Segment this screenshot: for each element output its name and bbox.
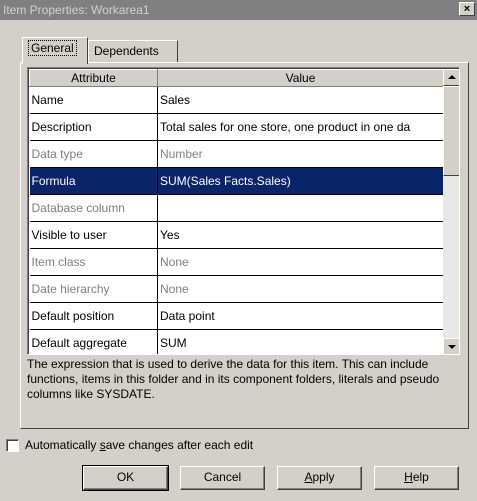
attribute-cell: Name xyxy=(29,86,158,114)
item-properties-dialog: Item Properties: Workarea1 × General Dep… xyxy=(0,0,477,501)
scroll-down-arrow-icon xyxy=(448,345,456,349)
attribute-cell: Date hierarchy xyxy=(29,275,158,303)
scroll-up-button[interactable] xyxy=(443,69,459,86)
scroll-down-button[interactable] xyxy=(443,338,459,354)
autosave-checkbox[interactable] xyxy=(6,439,19,452)
property-row-description[interactable]: Description Total sales for one store, o… xyxy=(29,113,444,141)
value-cell[interactable]: SUM xyxy=(157,329,444,354)
value-cell: None xyxy=(157,275,444,303)
value-cell xyxy=(157,194,444,222)
attribute-cell: Item class xyxy=(29,248,158,276)
value-cell[interactable]: Yes xyxy=(157,221,444,249)
property-row-database-column[interactable]: Database column xyxy=(29,194,444,222)
tab-dependents-label: Dependents xyxy=(94,44,159,58)
attribute-description: The expression that is used to derive th… xyxy=(27,357,440,401)
scroll-up-arrow-icon xyxy=(448,75,456,79)
property-row-visible-to-user[interactable]: Visible to user Yes xyxy=(29,221,444,249)
attribute-cell: Default position xyxy=(29,302,158,330)
properties-table: Attribute Value Name Sales Description T… xyxy=(29,69,444,354)
title-bar[interactable]: Item Properties: Workarea1 × xyxy=(0,0,477,20)
close-button[interactable]: × xyxy=(459,2,475,16)
value-cell[interactable]: Total sales for one store, one product i… xyxy=(157,113,444,141)
attribute-column-header[interactable]: Attribute xyxy=(29,69,158,87)
attribute-cell: Formula xyxy=(29,167,158,195)
autosave-label[interactable]: Automatically save changes after each ed… xyxy=(25,438,253,452)
attribute-cell: Visible to user xyxy=(29,221,158,249)
ok-button[interactable]: OK xyxy=(82,465,169,491)
property-row-data-type[interactable]: Data type Number xyxy=(29,140,444,168)
cancel-button[interactable]: Cancel xyxy=(180,466,265,490)
properties-grid: Attribute Value Name Sales Description T… xyxy=(27,67,460,355)
attribute-cell: Description xyxy=(29,113,158,141)
property-row-default-aggregate[interactable]: Default aggregate SUM xyxy=(29,329,444,354)
tab-general[interactable]: General xyxy=(22,37,88,64)
attribute-cell: Default aggregate xyxy=(29,329,158,354)
value-cell[interactable]: SUM(Sales Facts.Sales) xyxy=(157,167,444,195)
close-icon: × xyxy=(463,3,471,15)
property-row-name[interactable]: Name Sales xyxy=(29,86,444,114)
help-button-label: Help xyxy=(404,470,429,484)
property-row-default-position[interactable]: Default position Data point xyxy=(29,302,444,330)
value-cell[interactable]: Data point xyxy=(157,302,444,330)
value-cell[interactable]: Sales xyxy=(157,86,444,114)
cancel-button-label: Cancel xyxy=(203,470,242,484)
ok-button-label: OK xyxy=(116,470,135,484)
attribute-cell: Data type xyxy=(29,140,158,168)
value-cell: Number xyxy=(157,140,444,168)
value-cell: None xyxy=(157,248,444,276)
tab-dependents[interactable]: Dependents xyxy=(88,40,178,62)
apply-button[interactable]: Apply xyxy=(277,466,362,490)
apply-button-label: Apply xyxy=(304,470,335,484)
property-row-item-class[interactable]: Item class None xyxy=(29,248,444,276)
attribute-cell: Database column xyxy=(29,194,158,222)
window-title: Item Properties: Workarea1 xyxy=(3,3,150,17)
tab-general-label: General xyxy=(28,40,77,56)
help-button[interactable]: Help xyxy=(374,466,459,490)
property-row-date-hierarchy[interactable]: Date hierarchy None xyxy=(29,275,444,303)
value-column-header[interactable]: Value xyxy=(157,69,444,87)
vertical-scrollbar[interactable] xyxy=(443,69,459,354)
property-row-formula[interactable]: Formula SUM(Sales Facts.Sales) xyxy=(29,167,444,195)
scroll-thumb[interactable] xyxy=(443,86,459,176)
